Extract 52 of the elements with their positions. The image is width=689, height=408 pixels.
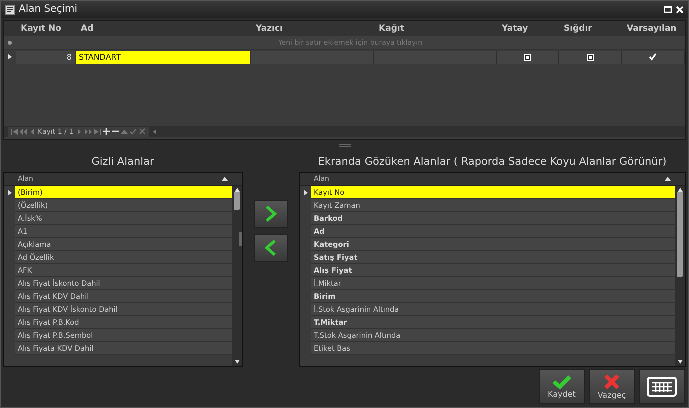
move-right-button[interactable] (254, 200, 288, 228)
checkbox-icon[interactable] (524, 54, 531, 60)
table-cell: 8 (16, 50, 76, 64)
move-left-button[interactable] (254, 234, 288, 262)
chevron-right-icon (265, 205, 277, 223)
scroll-left-icon[interactable] (150, 128, 158, 134)
keyboard-button[interactable] (639, 369, 685, 404)
checkbox-icon[interactable] (586, 54, 594, 60)
column-header[interactable]: Yazıcı (251, 24, 374, 34)
row-pointer-icon (8, 54, 12, 60)
new-row-icon (8, 40, 12, 44)
cancel-button[interactable]: Vazgeç (589, 369, 635, 404)
panel-title: Ekranda Gözüken Alanlar ( Raporda Sadece Koyu Alanlar Görünür) (317, 155, 668, 170)
window-icon (5, 4, 15, 14)
scroll-down-icon[interactable] (234, 360, 240, 364)
next-page-icon[interactable] (84, 128, 92, 134)
panel-title: Gizli Alanlar (90, 155, 156, 170)
splitter-grip-icon[interactable] (338, 144, 350, 148)
save-button[interactable]: Kaydet (539, 369, 585, 404)
sort-icon[interactable] (665, 177, 671, 181)
column-header[interactable]: Ad (76, 24, 251, 34)
previous-record-icon[interactable] (29, 128, 36, 134)
table-cell[interactable]: STANDART (76, 50, 251, 64)
column-header[interactable]: Yatay (497, 24, 559, 34)
scrollbar-thumb[interactable] (677, 192, 683, 277)
keyboard-icon (647, 376, 677, 396)
column-header[interactable]: Sığdır (559, 24, 622, 34)
cancel-icon[interactable] (138, 128, 146, 135)
scrollbar[interactable] (232, 186, 242, 366)
checkmark-icon (552, 374, 572, 388)
sort-icon[interactable] (222, 177, 228, 181)
scrollbar[interactable] (675, 186, 685, 366)
maximize-icon[interactable] (664, 6, 672, 13)
column-header[interactable]: Kayıt No (16, 24, 76, 34)
remove-icon[interactable] (112, 128, 119, 135)
scroll-down-icon[interactable] (678, 360, 682, 364)
close-icon[interactable] (676, 6, 684, 14)
column-header[interactable]: Varsayılan (622, 24, 685, 34)
chevron-left-icon (265, 239, 277, 257)
add-icon[interactable] (102, 128, 110, 135)
window-title: Alan Seçimi (19, 4, 79, 15)
resize-grip-icon[interactable] (239, 232, 242, 246)
checkbox-checked-icon[interactable] (649, 53, 657, 61)
row-pointer-icon (8, 190, 12, 196)
row-pointer-icon (304, 190, 308, 196)
first-record-icon[interactable] (11, 128, 18, 134)
scrollbar-thumb[interactable] (234, 192, 240, 210)
next-record-icon[interactable] (76, 128, 83, 134)
column-header[interactable]: Kağıt (374, 24, 497, 34)
previous-page-icon[interactable] (20, 128, 27, 134)
cross-icon (604, 374, 620, 390)
check-icon[interactable] (130, 128, 137, 135)
